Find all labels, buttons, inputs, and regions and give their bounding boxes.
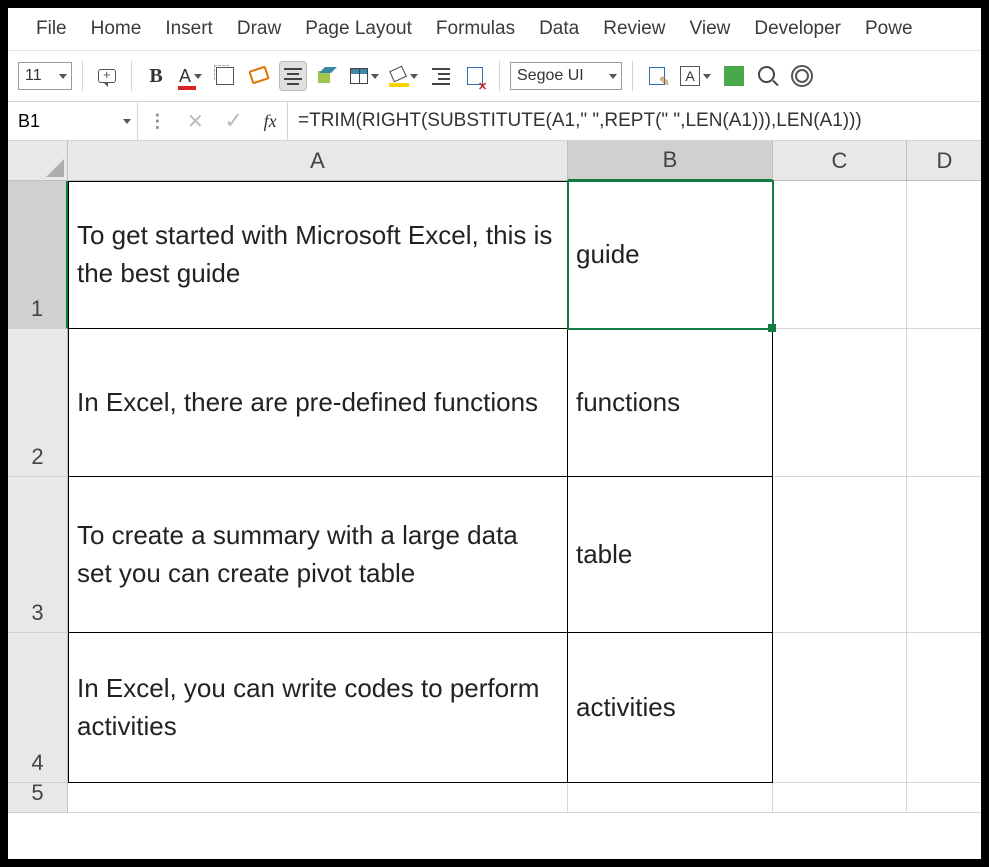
menu-home[interactable]: Home xyxy=(91,18,142,40)
cell-D3[interactable] xyxy=(907,477,982,633)
fill-color-button[interactable] xyxy=(388,61,421,91)
cell-C5[interactable] xyxy=(773,783,907,813)
table-icon xyxy=(350,68,368,84)
menu-page-layout[interactable]: Page Layout xyxy=(305,18,412,40)
3d-model-button[interactable] xyxy=(313,61,341,91)
col-header-B[interactable]: B xyxy=(568,141,773,181)
edit-sheet-button[interactable] xyxy=(643,61,671,91)
clear-format-button[interactable] xyxy=(245,61,273,91)
cell-B4[interactable]: activities xyxy=(568,633,773,783)
toolbar: 11 B A Segoe UI A xyxy=(8,51,981,101)
bold-icon: B xyxy=(149,65,162,88)
menu-draw[interactable]: Draw xyxy=(237,18,281,40)
spreadsheet-grid: A B C D 1 To get started with Microsoft … xyxy=(8,141,981,813)
menu-power[interactable]: Powe xyxy=(865,18,913,40)
focus-cell-button[interactable] xyxy=(788,61,816,91)
cell-C4[interactable] xyxy=(773,633,907,783)
cell-C1[interactable] xyxy=(773,181,907,329)
font-size-value: 11 xyxy=(25,67,42,85)
indent-icon xyxy=(432,68,450,85)
font-name-value: Segoe UI xyxy=(517,67,584,85)
cell-B1[interactable]: guide xyxy=(568,181,773,329)
eraser-icon xyxy=(250,68,268,84)
menu-bar: File Home Insert Draw Page Layout Formul… xyxy=(8,8,981,51)
cell-A2[interactable]: In Excel, there are pre-defined function… xyxy=(68,329,568,477)
menu-file[interactable]: File xyxy=(36,18,67,40)
chevron-down-icon xyxy=(123,119,131,124)
sheet-edit-icon xyxy=(649,67,665,85)
cell-B5[interactable] xyxy=(568,783,773,813)
indent-button[interactable] xyxy=(427,61,455,91)
format-table-button[interactable] xyxy=(347,61,382,91)
borders-icon xyxy=(216,67,234,85)
accept-formula-icon[interactable]: ✓ xyxy=(224,108,242,134)
cell-C3[interactable] xyxy=(773,477,907,633)
target-icon xyxy=(791,65,813,87)
bold-button[interactable]: B xyxy=(142,61,170,91)
cell-A5[interactable] xyxy=(68,783,568,813)
cell-A4[interactable]: In Excel, you can write codes to perform… xyxy=(68,633,568,783)
chevron-down-icon xyxy=(410,74,418,79)
fx-icon[interactable]: fx xyxy=(264,111,277,132)
cell-styles-button[interactable]: A xyxy=(677,61,714,91)
col-header-D[interactable]: D xyxy=(907,141,982,181)
cube-icon xyxy=(318,67,336,85)
cell-C2[interactable] xyxy=(773,329,907,477)
cell-B3[interactable]: table xyxy=(568,477,773,633)
formula-menu-icon[interactable]: ⋮ xyxy=(148,111,166,132)
cell-A1[interactable]: To get started with Microsoft Excel, thi… xyxy=(68,181,568,329)
cell-D2[interactable] xyxy=(907,329,982,477)
a-box-icon: A xyxy=(680,66,700,86)
align-center-button[interactable] xyxy=(279,61,307,91)
cell-D5[interactable] xyxy=(907,783,982,813)
cell-A3[interactable]: To create a summary with a large data se… xyxy=(68,477,568,633)
chevron-down-icon xyxy=(194,74,202,79)
cell-D4[interactable] xyxy=(907,633,982,783)
borders-button[interactable] xyxy=(211,61,239,91)
align-center-icon xyxy=(284,68,302,85)
chevron-down-icon xyxy=(703,74,711,79)
zoom-button[interactable] xyxy=(754,61,782,91)
green-square-icon xyxy=(724,66,744,86)
cancel-formula-icon[interactable]: ✕ xyxy=(187,109,204,134)
name-box-value: B1 xyxy=(18,111,40,132)
font-color-button[interactable]: A xyxy=(176,61,205,91)
select-all-corner[interactable] xyxy=(8,141,68,181)
formula-bar: B1 ⋮ ✕ ✓ fx =TRIM(RIGHT(SUBSTITUTE(A1," … xyxy=(8,101,981,141)
cell-D1[interactable] xyxy=(907,181,982,329)
comment-icon xyxy=(98,69,116,83)
chevron-down-icon xyxy=(371,74,379,79)
insert-comment-button[interactable] xyxy=(93,61,121,91)
sheet-delete-icon xyxy=(467,67,483,85)
menu-data[interactable]: Data xyxy=(539,18,579,40)
row-header-2[interactable]: 2 xyxy=(8,329,68,477)
row-header-5[interactable]: 5 xyxy=(8,783,68,813)
chevron-down-icon xyxy=(59,74,67,79)
menu-developer[interactable]: Developer xyxy=(754,18,841,40)
col-header-A[interactable]: A xyxy=(68,141,568,181)
menu-review[interactable]: Review xyxy=(603,18,665,40)
formula-input[interactable]: =TRIM(RIGHT(SUBSTITUTE(A1," ",REPT(" ",L… xyxy=(288,102,981,140)
row-header-4[interactable]: 4 xyxy=(8,633,68,783)
menu-insert[interactable]: Insert xyxy=(165,18,213,40)
font-size-select[interactable]: 11 xyxy=(18,62,72,90)
row-header-3[interactable]: 3 xyxy=(8,477,68,633)
fill-green-button[interactable] xyxy=(720,61,748,91)
magnifier-icon xyxy=(758,66,778,86)
cell-B2[interactable]: functions xyxy=(568,329,773,477)
name-box[interactable]: B1 xyxy=(8,102,138,140)
font-name-select[interactable]: Segoe UI xyxy=(510,62,622,90)
fill-color-icon xyxy=(391,68,407,84)
row-header-1[interactable]: 1 xyxy=(8,181,68,329)
menu-view[interactable]: View xyxy=(690,18,731,40)
delete-sheet-button[interactable] xyxy=(461,61,489,91)
font-color-icon: A xyxy=(179,66,191,87)
col-header-C[interactable]: C xyxy=(773,141,907,181)
chevron-down-icon xyxy=(609,74,617,79)
menu-formulas[interactable]: Formulas xyxy=(436,18,515,40)
